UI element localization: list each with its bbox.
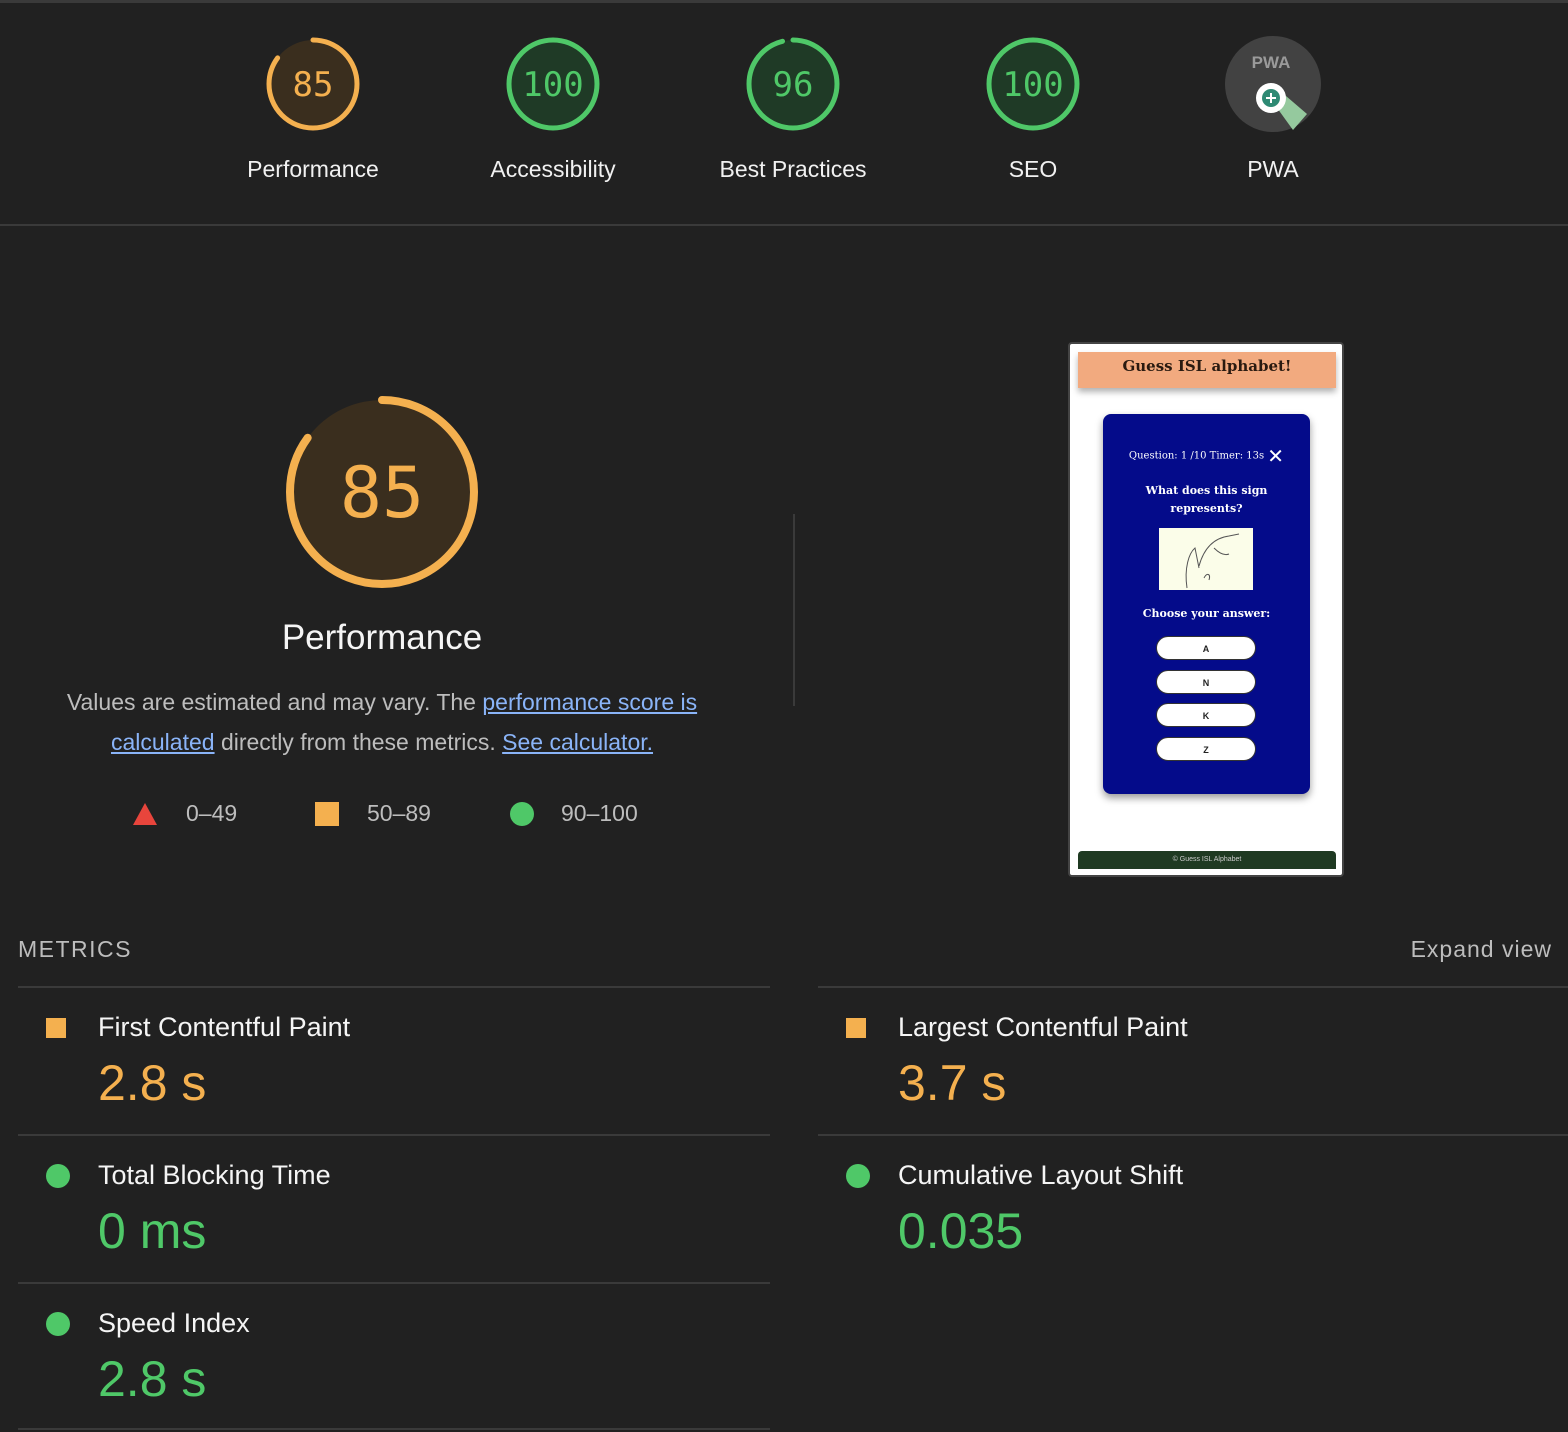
- category-pwa[interactable]: PWA PWA: [1173, 34, 1373, 183]
- metrics-heading: METRICS: [18, 936, 132, 962]
- square-icon: [46, 1018, 66, 1038]
- metric-name: Speed Index: [98, 1308, 250, 1338]
- metric-largest-contentful-paint: Largest Contentful Paint 3.7 s: [818, 986, 1568, 1134]
- metric-value: 0.035: [898, 1203, 1024, 1259]
- performance-main-gauge: 85: [282, 392, 482, 597]
- score-gauge: 100: [506, 37, 600, 131]
- metric-value: 2.8 s: [98, 1055, 207, 1111]
- category-best-practices[interactable]: 96 Best Practices: [693, 34, 893, 183]
- header-divider: [0, 224, 1568, 226]
- answer-n-button[interactable]: N: [1156, 670, 1256, 694]
- metric-first-contentful-paint: First Contentful Paint 2.8 s: [18, 986, 770, 1134]
- top-border: [0, 0, 1568, 3]
- question-status: Question: 1 /10 Timer: 13s ✕: [1103, 444, 1310, 468]
- square-icon: [846, 1018, 866, 1038]
- gauge-score: 85: [293, 65, 334, 105]
- gauge-score: 100: [522, 65, 583, 105]
- metric-total-blocking-time: Total Blocking Time 0 ms: [18, 1134, 770, 1282]
- legend-pass: 90–100: [510, 800, 638, 827]
- sign-image: [1159, 528, 1253, 590]
- answer-k-button[interactable]: K: [1156, 703, 1256, 727]
- metric-value: 2.8 s: [98, 1351, 207, 1407]
- quiz-card: Question: 1 /10 Timer: 13s ✕ What does t…: [1103, 414, 1310, 794]
- final-screenshot[interactable]: Guess ISL alphabet! Question: 1 /10 Time…: [1068, 342, 1344, 877]
- question-counter: Question: 1 /10 Timer: 13s: [1128, 450, 1265, 462]
- answer-z-button[interactable]: Z: [1156, 737, 1256, 761]
- expand-view-toggle[interactable]: Expand view: [1411, 936, 1552, 963]
- metric-name: Largest Contentful Paint: [898, 1012, 1188, 1042]
- choose-label: Choose your answer:: [1142, 607, 1271, 620]
- gauge-score: 100: [1002, 65, 1063, 105]
- score-gauge: 85: [266, 37, 360, 131]
- pwa-badge-text: PWA: [1252, 53, 1291, 72]
- circle-icon: [510, 801, 534, 826]
- metric-value: 0 ms: [98, 1203, 207, 1259]
- category-label: SEO: [1008, 156, 1058, 182]
- gauge-score: 85: [340, 452, 424, 534]
- close-icon: ✕: [1267, 444, 1285, 468]
- legend-range: 90–100: [561, 800, 638, 826]
- vertical-divider: [793, 514, 795, 706]
- answer-a-button[interactable]: A: [1156, 636, 1256, 660]
- performance-title: Performance: [281, 618, 483, 657]
- desc-text: directly from these metrics.: [214, 729, 503, 755]
- legend-average: 50–89: [315, 800, 431, 827]
- category-label: Accessibility: [490, 156, 616, 182]
- category-accessibility[interactable]: 100 Accessibility: [453, 34, 653, 183]
- metric-name: Cumulative Layout Shift: [898, 1160, 1184, 1190]
- desc-text: Values are estimated and may vary. The: [66, 689, 483, 715]
- pwa-badge-icon: PWA: [1225, 36, 1321, 132]
- app-header: Guess ISL alphabet!: [1078, 352, 1336, 388]
- circle-icon: [46, 1312, 70, 1336]
- circle-icon: [846, 1164, 870, 1188]
- metric-name: Total Blocking Time: [98, 1160, 331, 1190]
- legend-range: 50–89: [367, 800, 431, 826]
- category-label: PWA: [1247, 156, 1299, 182]
- score-gauge: 100: [986, 37, 1080, 131]
- triangle-icon: [133, 802, 157, 825]
- category-label: Performance: [247, 156, 379, 182]
- square-icon: [315, 801, 339, 826]
- legend-fail: 0–49: [132, 800, 237, 827]
- score-gauge: 96: [746, 37, 840, 131]
- circle-icon: [46, 1164, 70, 1188]
- app-footer: © Guess ISL Alphabet: [1078, 851, 1336, 869]
- category-performance[interactable]: 85 Performance: [213, 34, 413, 183]
- metric-speed-index: Speed Index 2.8 s: [18, 1282, 770, 1430]
- metric-cumulative-layout-shift: Cumulative Layout Shift 0.035: [818, 1134, 1568, 1282]
- question-text: What does this sign represents?: [1145, 484, 1268, 515]
- category-label: Best Practices: [719, 156, 867, 182]
- metric-name: First Contentful Paint: [98, 1012, 351, 1042]
- metrics-bottom-divider: [18, 1428, 770, 1430]
- legend-range: 0–49: [186, 800, 238, 826]
- performance-description: Values are estimated and may vary. The p…: [40, 682, 724, 762]
- category-seo[interactable]: 100 SEO: [933, 34, 1133, 183]
- metric-value: 3.7 s: [898, 1055, 1007, 1111]
- gauge-score: 96: [773, 65, 814, 105]
- see-calculator-link[interactable]: See calculator.: [502, 729, 653, 755]
